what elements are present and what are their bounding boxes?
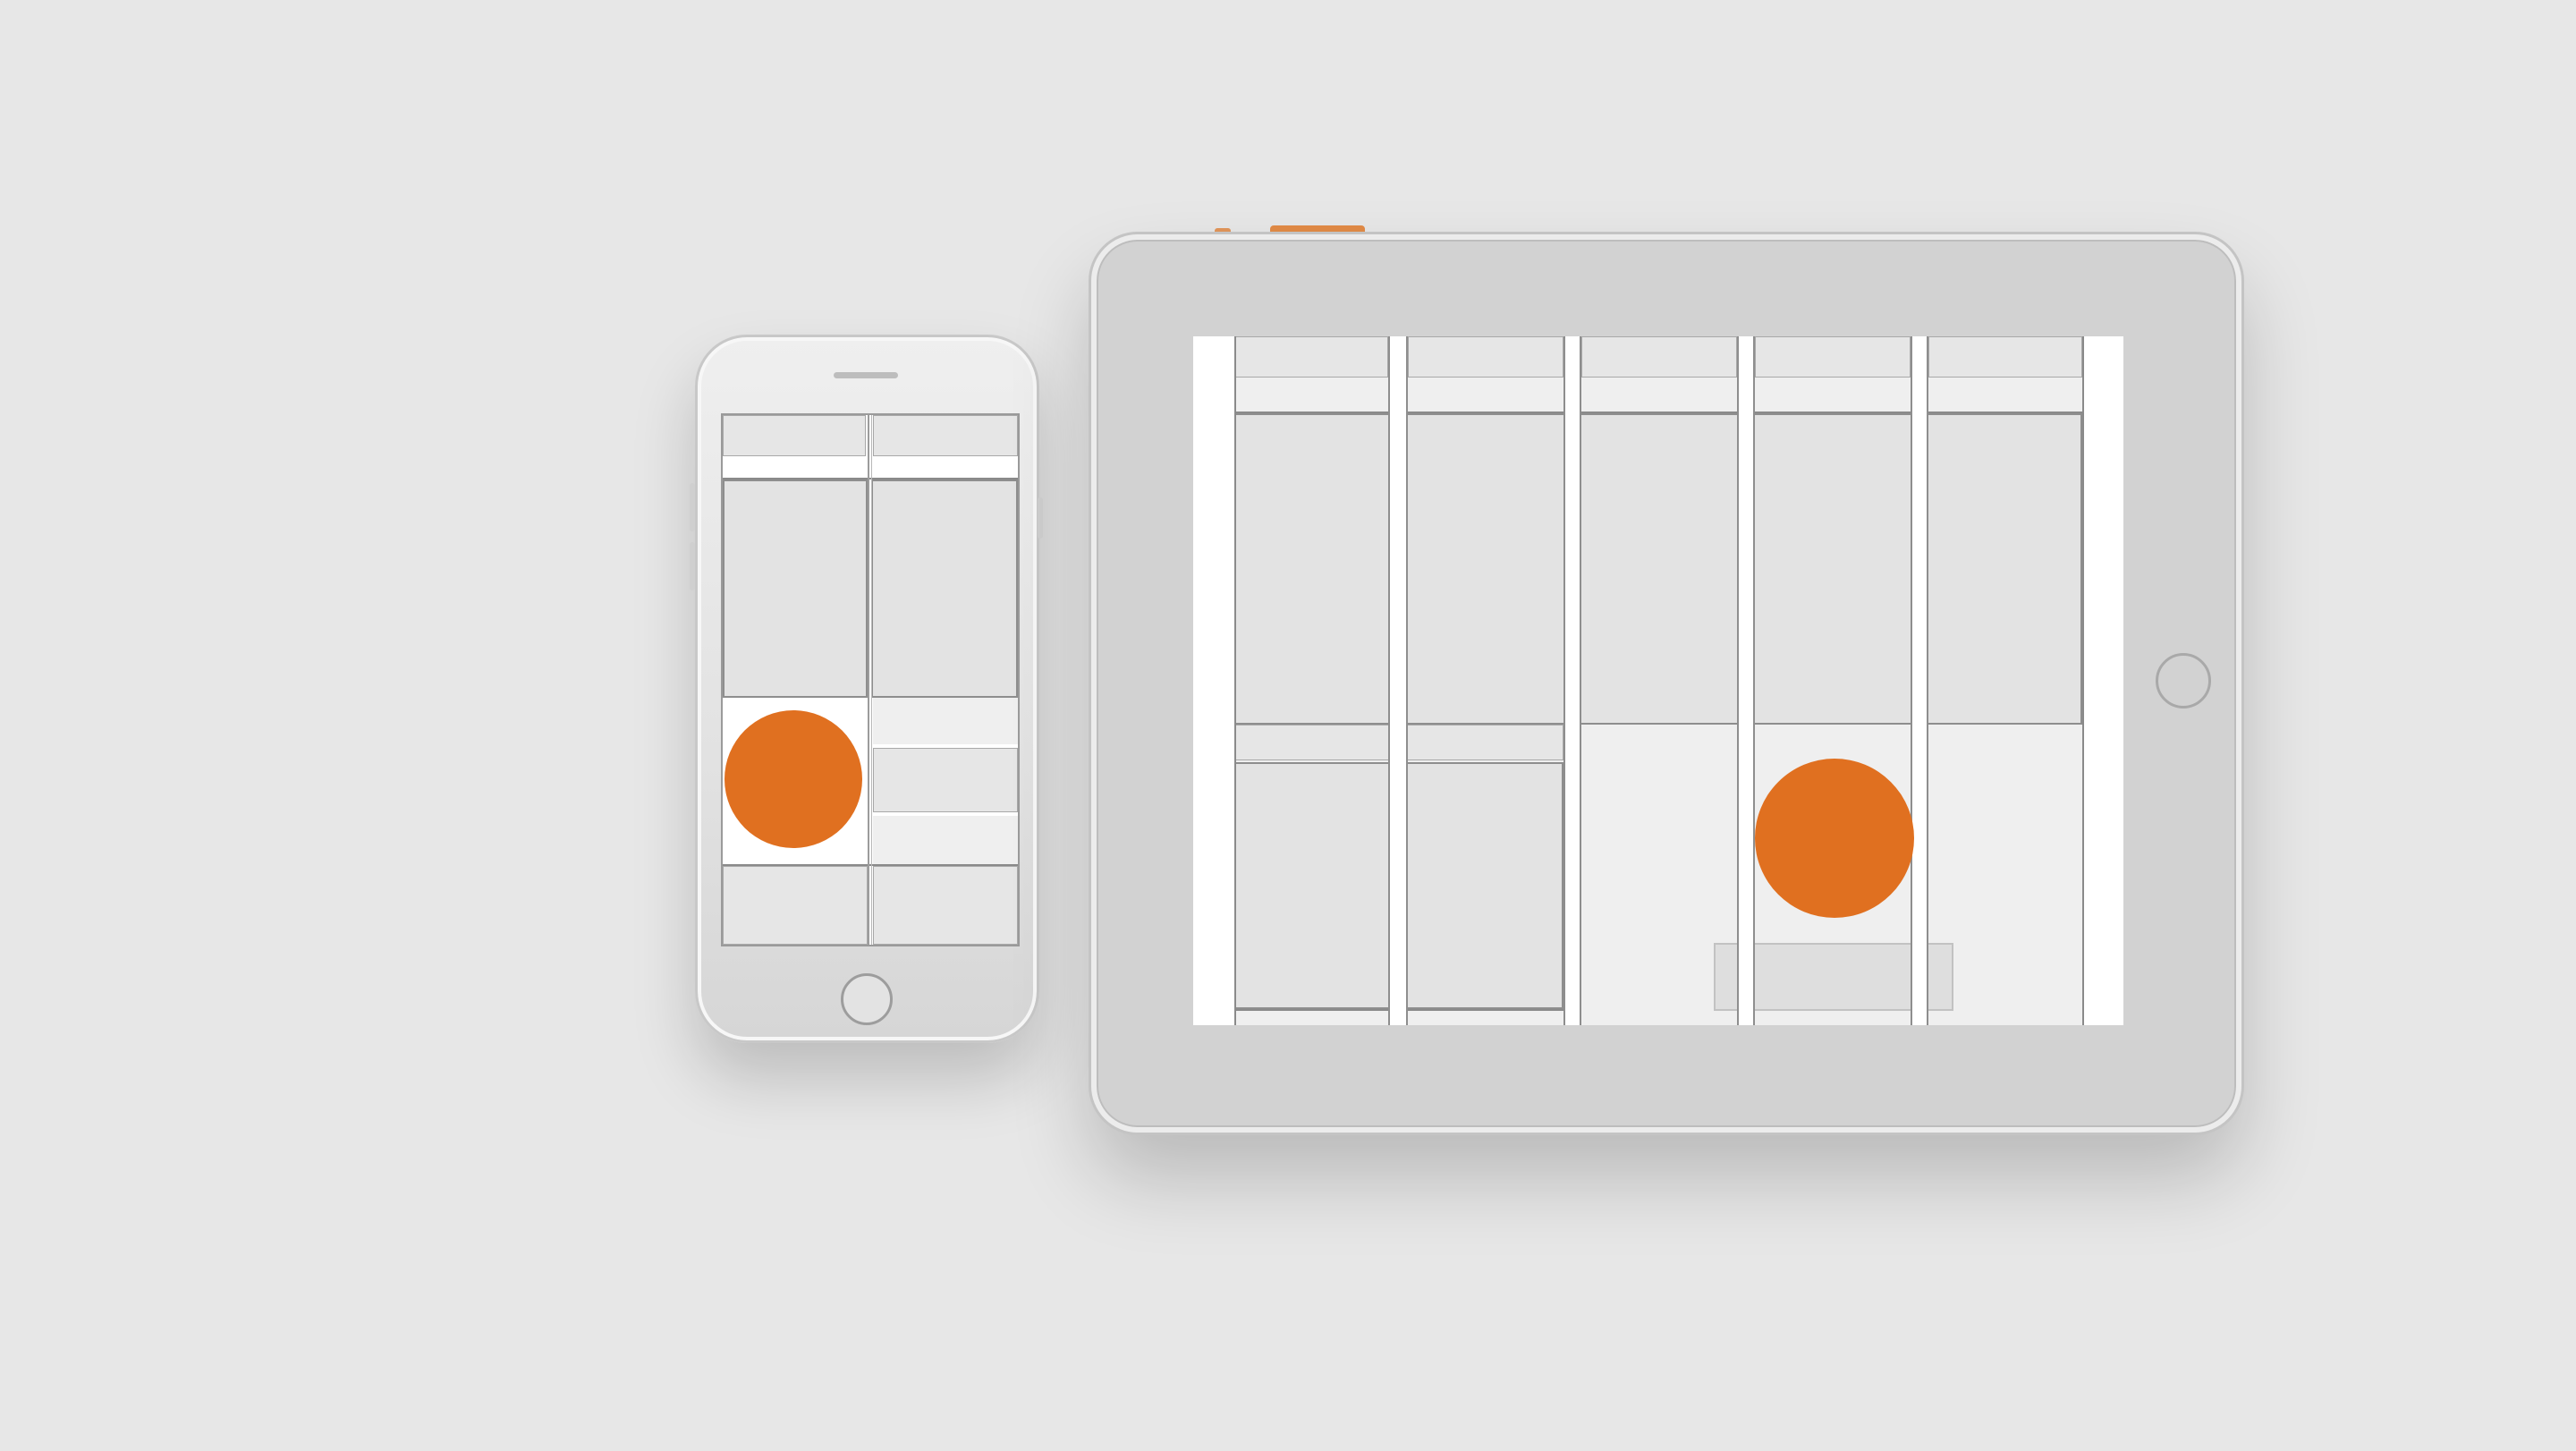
phone-volume-up-button — [690, 483, 695, 531]
phone-image-block — [871, 479, 1018, 698]
phone-screen — [721, 413, 1020, 946]
phone-side-button — [1038, 497, 1043, 539]
phone-image-block — [723, 479, 868, 698]
tablet-header-cell — [1755, 336, 1911, 378]
phone-bottom-block — [873, 866, 1018, 945]
tablet-header-cell — [1928, 336, 2082, 378]
tablet-touch-indicator[interactable] — [1755, 759, 1914, 918]
phone-content-block — [873, 816, 1018, 864]
tablet-column-guide — [2082, 336, 2084, 1025]
tablet-subheader — [1234, 378, 2082, 412]
tablet-header-cell — [1234, 336, 1388, 378]
tablet-header-cell — [1408, 336, 1563, 378]
tablet-screen — [1193, 336, 2123, 1025]
tablet-top-accent — [1215, 228, 1231, 233]
tablet-home-button-icon[interactable] — [2156, 653, 2211, 709]
phone-touch-indicator[interactable] — [724, 710, 862, 848]
tablet-header-cell — [1581, 336, 1737, 378]
tablet-column-gutter — [1388, 336, 1408, 1025]
tablet-column-gutter — [1737, 336, 1755, 1025]
tablet-column-gutter — [1911, 336, 1928, 1025]
phone-header-cell — [873, 415, 1018, 456]
phone-volume-down-button — [690, 542, 695, 590]
phone-column-guide — [868, 415, 869, 945]
tablet-column-guide — [1234, 336, 1236, 1025]
phone-content-block — [873, 698, 1018, 744]
tablet-hero-row — [1234, 413, 2082, 725]
phone-content-block — [873, 748, 1018, 812]
phone-header-cell — [723, 415, 866, 456]
tablet-power-button — [1270, 225, 1365, 233]
phone-column-guide — [871, 415, 872, 945]
phone-speaker — [834, 372, 898, 378]
phone-home-button-icon[interactable] — [841, 973, 893, 1025]
phone-bottom-block — [723, 866, 868, 945]
tablet-column-gutter — [1563, 336, 1581, 1025]
